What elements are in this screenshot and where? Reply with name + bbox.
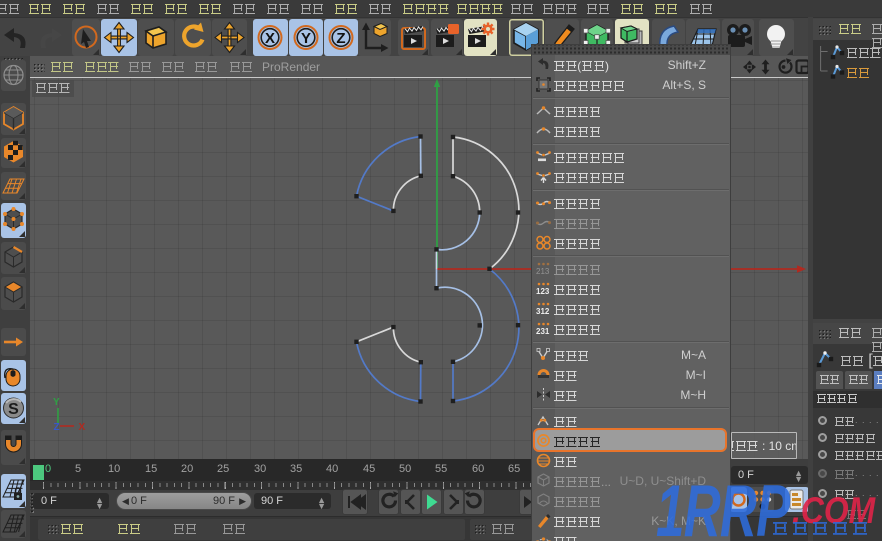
svg-text:X: X	[265, 30, 275, 47]
svg-text:Z: Z	[336, 30, 345, 47]
svg-text:X: X	[79, 422, 86, 433]
svg-text:312: 312	[536, 307, 550, 316]
svg-text:S: S	[8, 401, 19, 418]
svg-text:231: 231	[536, 327, 550, 336]
svg-text:123: 123	[536, 287, 550, 296]
svg-text:Y: Y	[53, 397, 60, 408]
svg-text:Z: Z	[54, 422, 60, 433]
svg-text:Y: Y	[300, 30, 310, 47]
svg-text:213: 213	[536, 267, 550, 276]
